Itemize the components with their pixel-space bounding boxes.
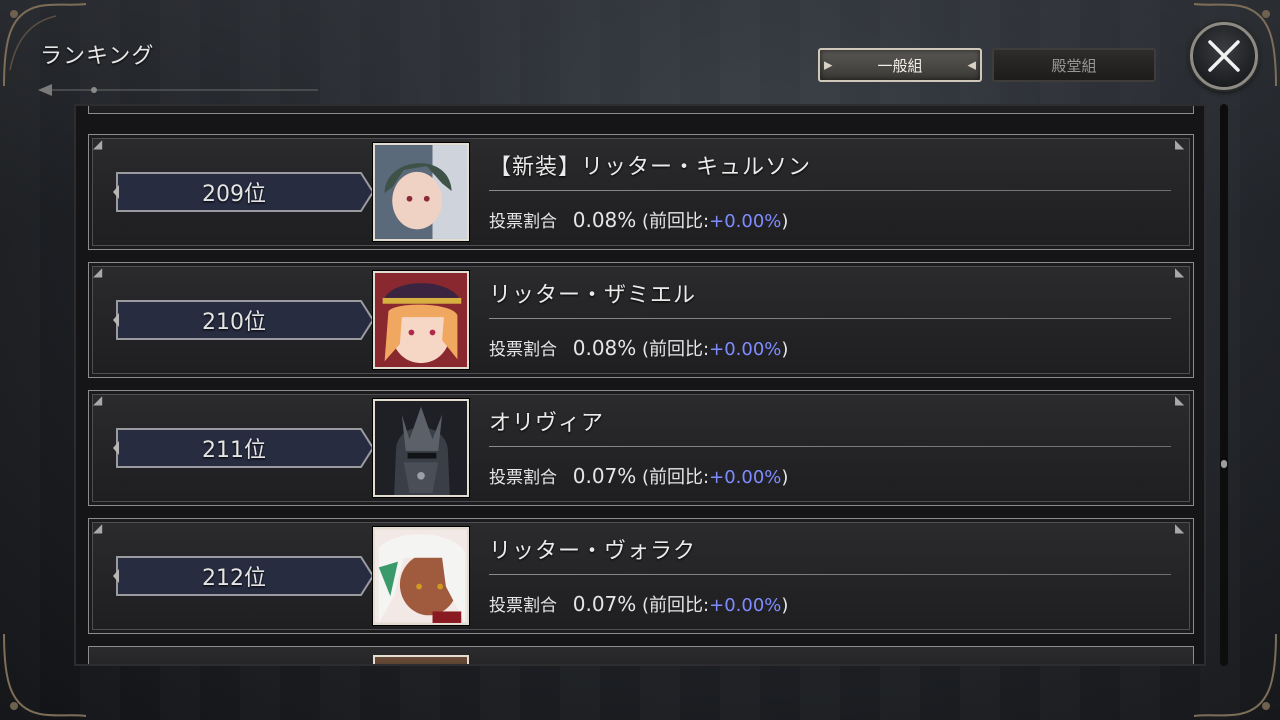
rank-label: 211位 [202,438,266,463]
scrollbar-thumb[interactable] [1221,460,1227,468]
rank-plate: 212位 [111,553,377,599]
list-item-partial-top [88,106,1194,114]
vote-share-label: 投票割合 [489,212,557,232]
row-divider [489,446,1171,447]
row-corner-ornament: ◢ [93,137,103,151]
character-name: リッター・ヴォラク [489,539,697,564]
delta-prefix: (前回比: [642,595,710,616]
rank-label: 212位 [202,566,266,591]
ranking-row[interactable]: ◢ ◣ 209位 【新装】リッター・キュルソン 投票割合 0.08% (前回比:… [88,134,1194,250]
vote-share-label: 投票割合 [489,468,557,488]
ranking-row[interactable]: ◢ ◣ 212位 リッター・ヴォラク 投票割合 0.07% (前回比:+0.00… [88,518,1194,634]
list-item-partial-bottom [88,646,1194,664]
rank-plate: 209位 [111,169,377,215]
delta-suffix: ) [781,467,789,488]
ranking-row[interactable]: ◢ ◣ 211位 オリヴィア 投票割合 0.07% (前回比:+0.00%) [88,390,1194,506]
delta-prefix: (前回比: [642,339,710,360]
delta-value: +0.00% [709,339,782,360]
row-divider [489,190,1171,191]
tab-general-label: 一般組 [877,56,923,75]
row-corner-ornament: ◢ [93,521,103,535]
delta-suffix: ) [781,339,789,360]
row-corner-ornament: ◣ [1175,521,1185,535]
row-divider [489,318,1171,319]
rank-label: 210位 [202,310,266,335]
tab-general[interactable]: ▶ 一般組 ◀ [818,48,982,82]
delta-suffix: ) [781,211,789,232]
vote-share-label: 投票割合 [489,340,557,360]
row-corner-ornament: ◣ [1175,137,1185,151]
rank-plate: 211位 [111,425,377,471]
character-portrait-partial [373,655,469,664]
vote-share-value: 0.07% [572,464,637,488]
character-name: オリヴィア [489,411,605,436]
row-divider [489,574,1171,575]
delta-prefix: (前回比: [642,211,710,232]
ranking-row[interactable]: ◢ ◣ 210位 リッター・ザミエル 投票割合 0.08% (前回比:+0.00… [88,262,1194,378]
delta-value: +0.00% [709,467,782,488]
vote-stats: 投票割合 0.08% (前回比:+0.00%) [489,207,788,233]
tab-arrow-right-icon: ◀ [967,58,976,72]
delta-value: +0.00% [709,211,782,232]
tab-hall-of-fame-label: 殿堂組 [1051,56,1097,75]
tab-hall-of-fame[interactable]: 殿堂組 [992,48,1156,82]
vote-share-value: 0.07% [572,592,637,616]
title-underline [38,82,318,98]
close-button[interactable] [1190,22,1258,90]
delta-value: +0.00% [709,595,782,616]
page-title: ランキング [40,44,155,69]
character-portrait[interactable] [373,527,469,625]
vote-share-value: 0.08% [572,208,637,232]
character-name: 【新装】リッター・キュルソン [489,155,812,180]
tab-arrow-left-icon: ▶ [824,58,833,72]
vote-stats: 投票割合 0.08% (前回比:+0.00%) [489,335,788,361]
vote-share-label: 投票割合 [489,596,557,616]
delta-prefix: (前回比: [642,467,710,488]
row-corner-ornament: ◢ [93,393,103,407]
scrollbar-track[interactable] [1220,104,1228,666]
close-icon [1208,40,1240,72]
character-portrait[interactable] [373,271,469,369]
delta-suffix: ) [781,595,789,616]
vote-stats: 投票割合 0.07% (前回比:+0.00%) [489,591,788,617]
vote-share-value: 0.08% [572,336,637,360]
character-portrait[interactable] [373,143,469,241]
character-name: リッター・ザミエル [489,283,697,308]
row-corner-ornament: ◣ [1175,393,1185,407]
ranking-panel[interactable]: ◢ ◣ 209位 【新装】リッター・キュルソン 投票割合 0.08% (前回比:… [74,104,1206,666]
row-corner-ornament: ◢ [93,265,103,279]
rank-label: 209位 [202,182,266,207]
row-corner-ornament: ◣ [1175,265,1185,279]
vote-stats: 投票割合 0.07% (前回比:+0.00%) [489,463,788,489]
character-portrait[interactable] [373,399,469,497]
rank-plate: 210位 [111,297,377,343]
